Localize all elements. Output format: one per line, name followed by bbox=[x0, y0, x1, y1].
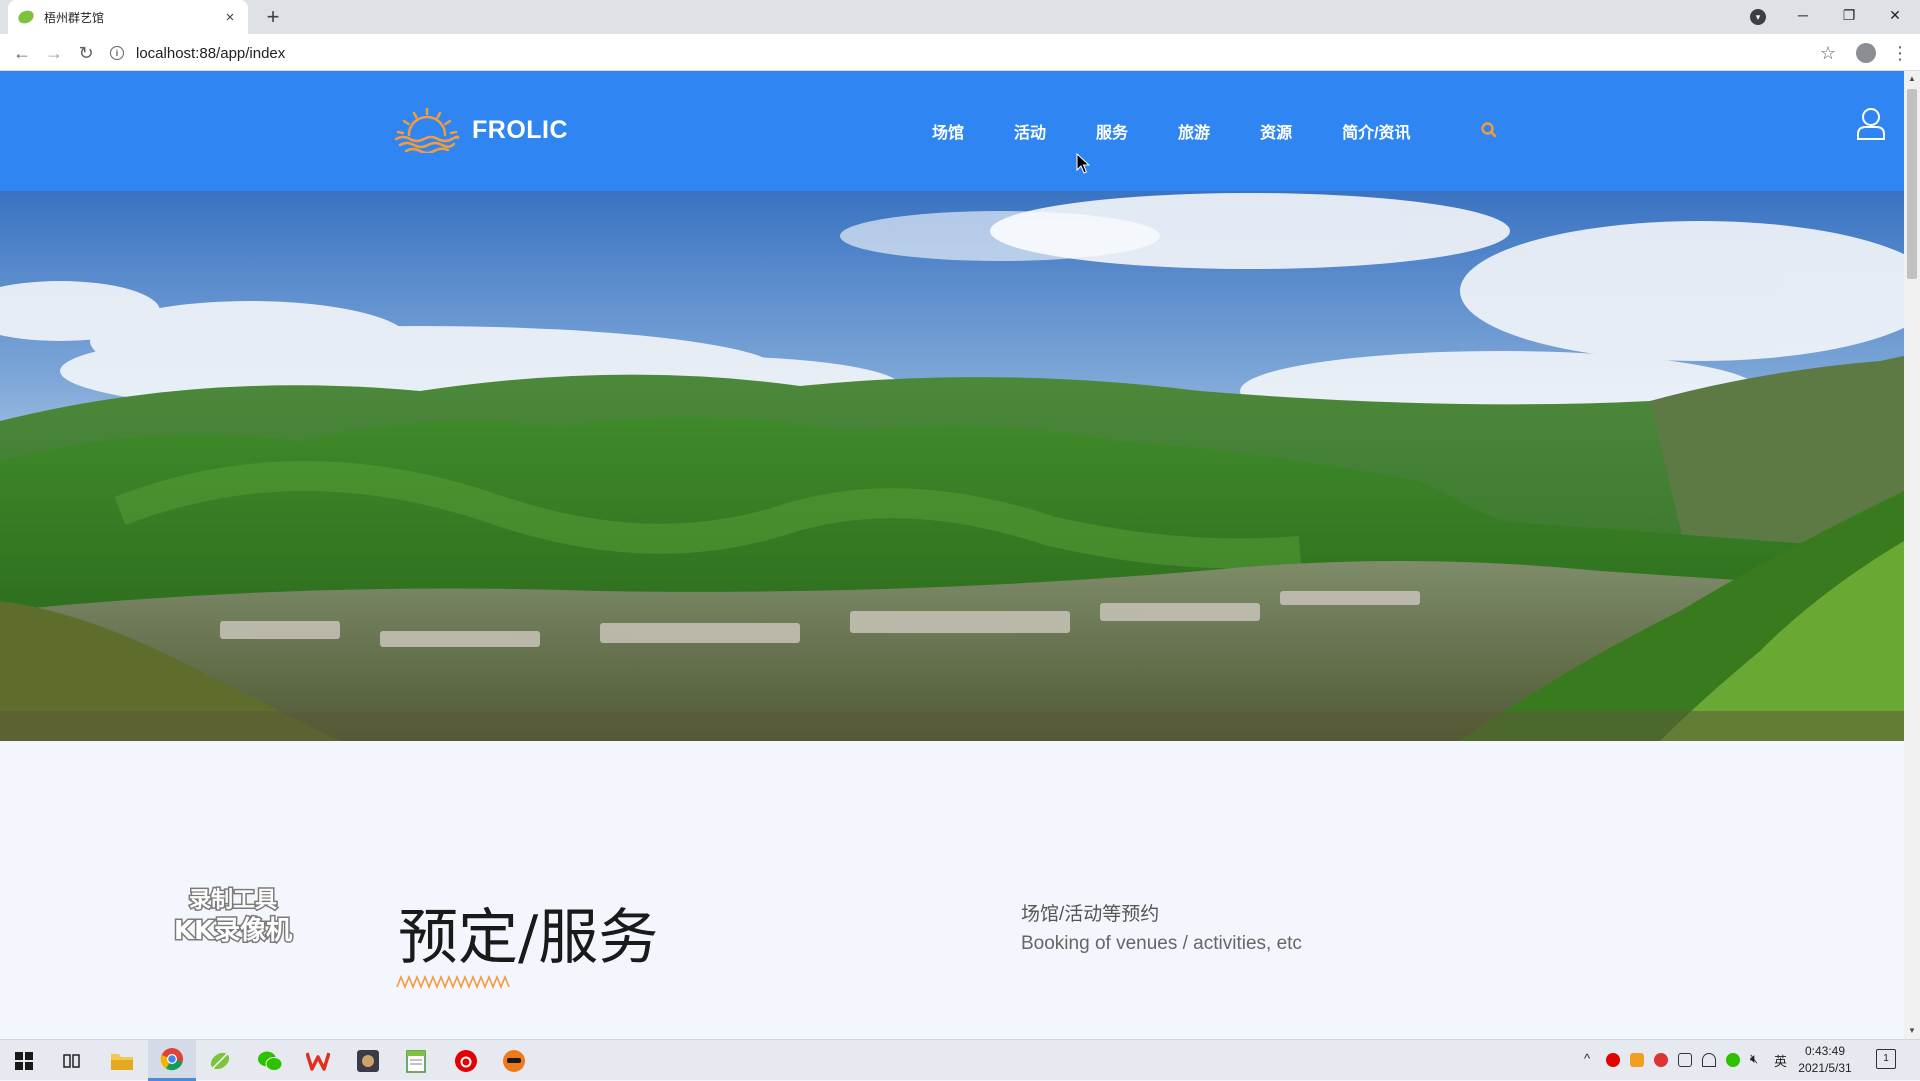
green-leaf-icon bbox=[210, 1052, 230, 1069]
dark-app-icon bbox=[357, 1049, 379, 1072]
app-icon[interactable] bbox=[344, 1040, 392, 1081]
media-icon[interactable] bbox=[490, 1040, 538, 1081]
mountain-landscape-image bbox=[0, 191, 1904, 741]
chrome-logo-icon bbox=[160, 1048, 183, 1071]
recorder-watermark-logo: 录制工具 KK录像机 bbox=[172, 887, 293, 948]
tab-search-icon[interactable]: ▾ bbox=[1750, 9, 1766, 25]
clock-date: 2021/5/31 bbox=[1798, 1061, 1852, 1075]
wps-icon[interactable] bbox=[294, 1040, 342, 1081]
tray-volume-muted-icon[interactable]: 🔇︎ bbox=[1750, 1051, 1758, 1067]
main-nav: 场馆 活动 服务 旅游 资源 简介/资讯 bbox=[932, 71, 1461, 191]
nav-item-activities[interactable]: 活动 bbox=[1014, 119, 1046, 143]
media-player-icon bbox=[503, 1049, 525, 1072]
tray-app-orange-icon[interactable] bbox=[1630, 1053, 1644, 1067]
site-logo[interactable]: FROLIC bbox=[394, 107, 568, 153]
page-viewport: FROLIC 场馆 活动 服务 旅游 资源 简介/资讯 录制工具 KK录像机 预… bbox=[0, 71, 1904, 1039]
back-arrow-icon[interactable]: ← bbox=[8, 39, 36, 67]
address-bar[interactable]: i localhost:88/app/index bbox=[110, 39, 1820, 67]
zigzag-divider-icon bbox=[396, 975, 510, 989]
ime-indicator[interactable]: 英 bbox=[1774, 1051, 1787, 1070]
browser-toolbar: ← → ↻ i localhost:88/app/index ☆ ⋮ bbox=[0, 34, 1920, 71]
notification-center-icon[interactable]: 1 bbox=[1876, 1049, 1896, 1069]
file-explorer-icon[interactable] bbox=[98, 1040, 146, 1081]
wps-w-icon bbox=[306, 1051, 330, 1071]
user-account-icon[interactable] bbox=[1856, 107, 1886, 141]
section-subtitle-cn: 场馆/活动等预约 bbox=[1021, 904, 1160, 925]
browser-menu-icon[interactable]: ⋮ bbox=[1890, 39, 1910, 67]
sun-logo-icon bbox=[394, 107, 460, 153]
chrome-icon[interactable] bbox=[148, 1040, 196, 1081]
leaf-app-icon[interactable] bbox=[196, 1040, 244, 1081]
section-title: 预定/服务 bbox=[398, 903, 659, 973]
reload-icon[interactable]: ↻ bbox=[72, 39, 100, 67]
tray-flag-icon[interactable] bbox=[1654, 1053, 1668, 1067]
site-info-icon[interactable]: i bbox=[110, 46, 124, 60]
mouse-cursor-icon bbox=[1076, 153, 1090, 174]
svg-text:录制工具: 录制工具 bbox=[189, 888, 277, 913]
new-tab-button[interactable]: + bbox=[260, 4, 286, 30]
nav-item-tourism[interactable]: 旅游 bbox=[1178, 119, 1210, 143]
hero-banner-image bbox=[0, 191, 1904, 741]
tab-title: 梧州群艺馆 bbox=[44, 10, 105, 25]
task-view-icon[interactable] bbox=[48, 1040, 96, 1081]
leaf-favicon-icon bbox=[16, 8, 36, 26]
windows-logo-icon bbox=[15, 1051, 33, 1070]
search-icon[interactable] bbox=[1480, 121, 1498, 139]
netease-music-icon[interactable] bbox=[442, 1040, 490, 1081]
profile-avatar-icon[interactable] bbox=[1856, 43, 1876, 63]
restore-button[interactable]: ❐ bbox=[1826, 0, 1872, 30]
site-header: FROLIC 场馆 活动 服务 旅游 资源 简介/资讯 bbox=[0, 71, 1904, 191]
tray-power-icon[interactable] bbox=[1678, 1053, 1692, 1067]
windows-taskbar: ^ 🔇︎ 英 0:43:49 2021/5/31 1 bbox=[0, 1039, 1920, 1081]
section-subtitle-en: Booking of venues / activities, etc bbox=[1021, 933, 1302, 954]
svg-text:KK录像机: KK录像机 bbox=[174, 916, 292, 946]
close-window-button[interactable]: ✕ bbox=[1872, 0, 1918, 30]
scroll-up-arrow-icon[interactable]: ▲ bbox=[1904, 71, 1920, 87]
bookmark-star-icon[interactable]: ☆ bbox=[1816, 39, 1840, 67]
logo-text: FROLIC bbox=[472, 115, 569, 144]
tray-expand-icon[interactable]: ^ bbox=[1584, 1051, 1590, 1066]
clock-time: 0:43:49 bbox=[1804, 1044, 1846, 1058]
scrollbar-thumb[interactable] bbox=[1907, 89, 1917, 279]
tray-app-red-icon[interactable] bbox=[1606, 1053, 1620, 1067]
windows-start-icon[interactable] bbox=[0, 1040, 48, 1081]
nav-item-resources[interactable]: 资源 bbox=[1260, 119, 1292, 143]
forward-arrow-icon[interactable]: → bbox=[40, 39, 68, 67]
page-scrollbar[interactable]: ▲ ▼ bbox=[1904, 71, 1920, 1039]
tray-wechat-icon[interactable] bbox=[1726, 1053, 1740, 1067]
notepad-glyph-icon bbox=[406, 1049, 426, 1073]
browser-tab-strip: 梧州群艺馆 × + ▾ ─ ❐ ✕ bbox=[0, 0, 1920, 34]
tray-network-icon[interactable] bbox=[1702, 1053, 1716, 1067]
minimize-button[interactable]: ─ bbox=[1780, 0, 1826, 30]
browser-tab[interactable]: 梧州群艺馆 × bbox=[8, 0, 248, 34]
nav-item-about-news[interactable]: 简介/资讯 bbox=[1342, 119, 1410, 143]
wechat-bubbles-icon bbox=[258, 1051, 283, 1071]
tab-close-icon[interactable]: × bbox=[222, 9, 238, 26]
url-text[interactable]: localhost:88/app/index bbox=[136, 45, 285, 62]
folder-icon bbox=[111, 1053, 133, 1070]
netease-music-logo-icon bbox=[455, 1049, 477, 1072]
notepad-icon[interactable] bbox=[392, 1040, 440, 1081]
system-clock[interactable]: 0:43:49 2021/5/31 bbox=[1790, 1043, 1860, 1077]
nav-item-venues[interactable]: 场馆 bbox=[932, 119, 964, 143]
scroll-down-arrow-icon[interactable]: ▼ bbox=[1904, 1023, 1920, 1039]
wechat-icon[interactable] bbox=[246, 1040, 294, 1081]
nav-item-services[interactable]: 服务 bbox=[1096, 119, 1128, 143]
task-view-glyph-icon bbox=[63, 1053, 80, 1068]
